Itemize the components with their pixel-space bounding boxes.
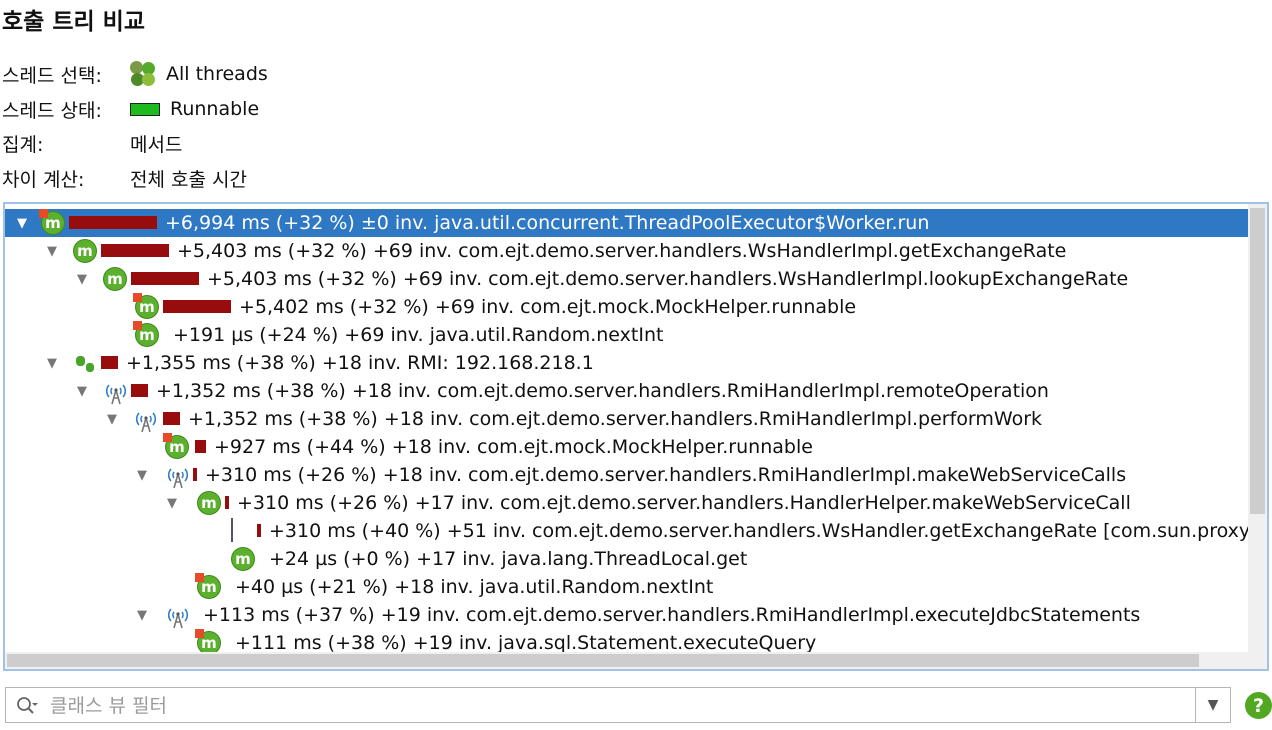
tree-row-label: +1,352 ms (+38 %) +18 inv. com.ejt.demo.… [188,408,1043,430]
tree-row-label: +310 ms (+26 %) +18 inv. com.ejt.demo.se… [205,464,1127,486]
thread-state-label: 스레드 상태: [2,99,102,122]
tree-row-label: +310 ms (+40 %) +51 inv. com.ejt.demo.se… [269,520,1269,542]
globe-icon [73,351,97,375]
method-new-icon: m [163,433,189,459]
tree-row[interactable]: m +24 µs (+0 %) +17 inv. java.lang.Thread… [5,545,1250,573]
difference-calc-row: 차이 계산: 전체 호출 시간 [2,163,247,193]
tree-row-label: +1,352 ms (+38 %) +18 inv. com.ejt.demo.… [156,380,1049,402]
expand-toggle-icon[interactable]: ▼ [163,489,181,517]
tree-row[interactable]: ▼ +113 ms (+37 %) +19 inv. com.ejt.demo.s… [5,601,1250,629]
threads-icon [130,61,156,87]
rmi-antenna-icon [165,603,189,629]
tree-row-label: +24 µs (+0 %) +17 inv. java.lang.ThreadL… [269,548,748,570]
tree-row[interactable]: m +927 ms (+44 %) +18 inv. com.ejt.mock.M… [5,433,1250,461]
tree-row-label: +113 ms (+37 %) +19 inv. com.ejt.demo.se… [203,604,1141,626]
class-view-filter[interactable]: ▼ [5,687,1231,723]
tree-row-label: +191 µs (+24 %) +69 inv. java.util.Rando… [173,324,664,346]
aggregation-row: 집계: 메서드 [2,128,182,158]
tree-row[interactable]: ▼ +1,352 ms (+38 %) +18 inv. com.ejt.demo… [5,377,1250,405]
time-bar [257,524,261,537]
rmi-antenna-icon [133,407,157,433]
method-new-icon: m [133,293,159,319]
horizontal-scrollbar[interactable] [5,652,1250,669]
tree-row-label: +1,355 ms (+38 %) +18 inv. RMI: 192.168.… [126,352,594,374]
expand-toggle-icon[interactable]: ▼ [103,405,121,433]
method-icon: m [73,239,97,263]
method-new-icon: m [133,321,159,347]
rmi-antenna-icon [165,463,189,489]
tree-row-label: +5,402 ms (+32 %) +69 inv. com.ejt.mock.… [239,296,857,318]
tree-row-label: +5,403 ms (+32 %) +69 inv. com.ejt.demo.… [177,240,1067,262]
tree-row[interactable]: ▼ m +5,403 ms (+32 %) +69 inv. com.ejt.dem… [5,237,1250,265]
tree-row[interactable]: ▼ m +5,403 ms (+32 %) +69 inv. com.ejt.dem… [5,265,1250,293]
tree-row-label: +111 ms (+38 %) +19 inv. java.sql.Statem… [235,632,817,654]
method-icon: m [39,209,65,235]
thread-selection-row[interactable]: 스레드 선택: All threads [2,59,268,89]
method-icon: m [103,267,127,291]
expand-toggle-icon[interactable]: ▼ [43,349,61,377]
difference-calc-label: 차이 계산: [2,168,85,191]
expand-toggle-icon[interactable]: ▼ [73,265,91,293]
tree-row-label: +310 ms (+26 %) +17 inv. com.ejt.demo.se… [237,492,1131,514]
tree-row[interactable]: ▼ m +310 ms (+26 %) +17 inv. com.ejt.demo.… [5,489,1250,517]
expand-toggle-icon[interactable]: ▼ [13,209,31,237]
aggregation-label: 집계: [2,133,44,156]
aggregation-value: 메서드 [130,133,183,156]
time-bar [193,468,197,481]
server-icon [231,518,255,543]
tree-row[interactable]: ▼ +1,352 ms (+38 %) +18 inv. com.ejt.demo… [5,405,1250,433]
time-bar [163,412,180,425]
vertical-scrollbar[interactable] [1248,204,1267,669]
thread-state-value[interactable]: Runnable [170,98,259,120]
rmi-antenna-icon [103,379,127,405]
expand-toggle-icon[interactable]: ▼ [133,601,151,629]
time-bar [131,272,199,285]
time-bar [69,216,157,229]
time-bar [101,356,118,369]
thread-selection-value[interactable]: All threads [166,63,268,85]
search-icon [17,697,38,714]
filter-input[interactable] [48,691,1192,721]
vertical-scroll-thumb[interactable] [1250,208,1265,514]
method-icon: m [231,547,255,571]
time-bar [195,440,206,453]
call-tree-view[interactable]: m +111 ms (+38 %) +19 inv. java.sql.State… [3,202,1269,671]
tree-row-label: +927 ms (+44 %) +18 inv. com.ejt.mock.Mo… [214,436,813,458]
tree-row[interactable]: +310 ms (+40 %) +51 inv. com.ejt.demo.se… [5,517,1267,545]
tree-row-label: +6,994 ms (+32 %) ±0 inv. java.util.conc… [165,212,930,234]
time-bar [131,384,148,397]
time-bar [225,496,229,509]
runnable-state-icon [130,102,160,116]
chevron-down-icon: ▼ [1207,697,1219,713]
thread-selection-label: 스레드 선택: [2,64,102,87]
expand-toggle-icon[interactable]: ▼ [43,237,61,265]
tree-row[interactable]: m +5,402 ms (+32 %) +69 inv. com.ejt.mock… [5,293,1250,321]
filter-dropdown-button[interactable]: ▼ [1195,688,1230,722]
tree-row[interactable]: m +191 µs (+24 %) +69 inv. java.util.Rand… [5,321,1250,349]
method-new-icon: m [195,573,221,599]
tree-row-label: +5,403 ms (+32 %) +69 inv. com.ejt.demo.… [207,268,1129,290]
expand-toggle-icon[interactable]: ▼ [133,461,151,489]
horizontal-scroll-thumb[interactable] [7,654,1199,667]
thread-state-row[interactable]: 스레드 상태: Runnable [2,94,259,124]
help-icon[interactable]: ? [1245,692,1272,719]
difference-calc-value: 전체 호출 시간 [130,168,247,191]
tree-row-label: +40 µs (+21 %) +18 inv. java.util.Random… [235,576,714,598]
expand-toggle-icon[interactable]: ▼ [73,377,91,405]
time-bar [101,244,169,257]
page-title: 호출 트리 비교 [2,9,145,35]
tree-row[interactable]: m +40 µs (+21 %) +18 inv. java.util.Rando… [5,573,1250,601]
tree-row[interactable]: ▼ m +6,994 ms (+32 %) ±0 inv. java.util.co… [5,209,1250,237]
tree-row[interactable]: ▼ +1,355 ms (+38 %) +18 inv. RMI: 192.168… [5,349,1250,377]
method-icon: m [197,491,221,515]
tree-row[interactable]: ▼ +310 ms (+26 %) +18 inv. com.ejt.demo.s… [5,461,1250,489]
time-bar [163,300,231,313]
